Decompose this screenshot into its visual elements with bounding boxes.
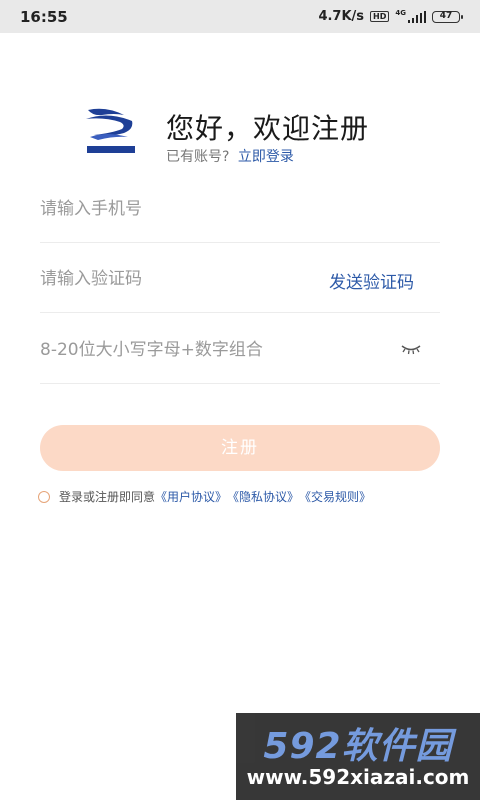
- register-button[interactable]: 注册: [40, 425, 440, 471]
- privacy-agreement-link[interactable]: 《隐私协议》: [227, 488, 299, 505]
- status-time: 16:55: [20, 7, 68, 26]
- battery-icon: 47: [432, 10, 463, 23]
- agreement-text: 登录或注册即同意: [59, 490, 156, 504]
- trade-rules-link[interactable]: 《交易规则》: [299, 488, 371, 505]
- verification-code-input[interactable]: [40, 264, 300, 294]
- status-bar: 16:55 4.7K/s HD 4G 47: [0, 0, 480, 33]
- phone-input[interactable]: [40, 194, 300, 224]
- login-link[interactable]: 立即登录: [238, 149, 294, 165]
- agreement-row: 登录或注册即同意 《用户协议》 《隐私协议》 《交易规则》: [38, 488, 371, 505]
- network-type: 4G: [395, 9, 406, 17]
- send-code-button[interactable]: 发送验证码: [329, 268, 414, 293]
- eye-closed-icon[interactable]: [400, 343, 422, 357]
- login-prompt: 已有账号? 立即登录: [166, 146, 294, 166]
- has-account-text: 已有账号?: [166, 149, 230, 165]
- phone-field: [40, 184, 440, 243]
- watermark: 592软件园 www.592xiazai.com: [236, 713, 480, 800]
- watermark-brand: 592软件园: [263, 726, 453, 767]
- user-agreement-link[interactable]: 《用户协议》: [155, 488, 227, 505]
- password-input[interactable]: [40, 335, 300, 365]
- watermark-url: www.592xiazai.com: [246, 765, 470, 789]
- signal-icon: [408, 10, 426, 23]
- password-field: [40, 325, 440, 384]
- network-speed: 4.7K/s: [318, 9, 365, 24]
- hd-badge: HD: [370, 11, 390, 22]
- code-field: 发送验证码: [40, 254, 440, 313]
- welcome-title: 您好，欢迎注册: [166, 112, 370, 145]
- status-indicators: 4.7K/s HD 4G 47: [318, 9, 463, 24]
- battery-level: 47: [439, 10, 453, 21]
- app-logo: [86, 108, 136, 154]
- agree-radio[interactable]: [38, 490, 50, 503]
